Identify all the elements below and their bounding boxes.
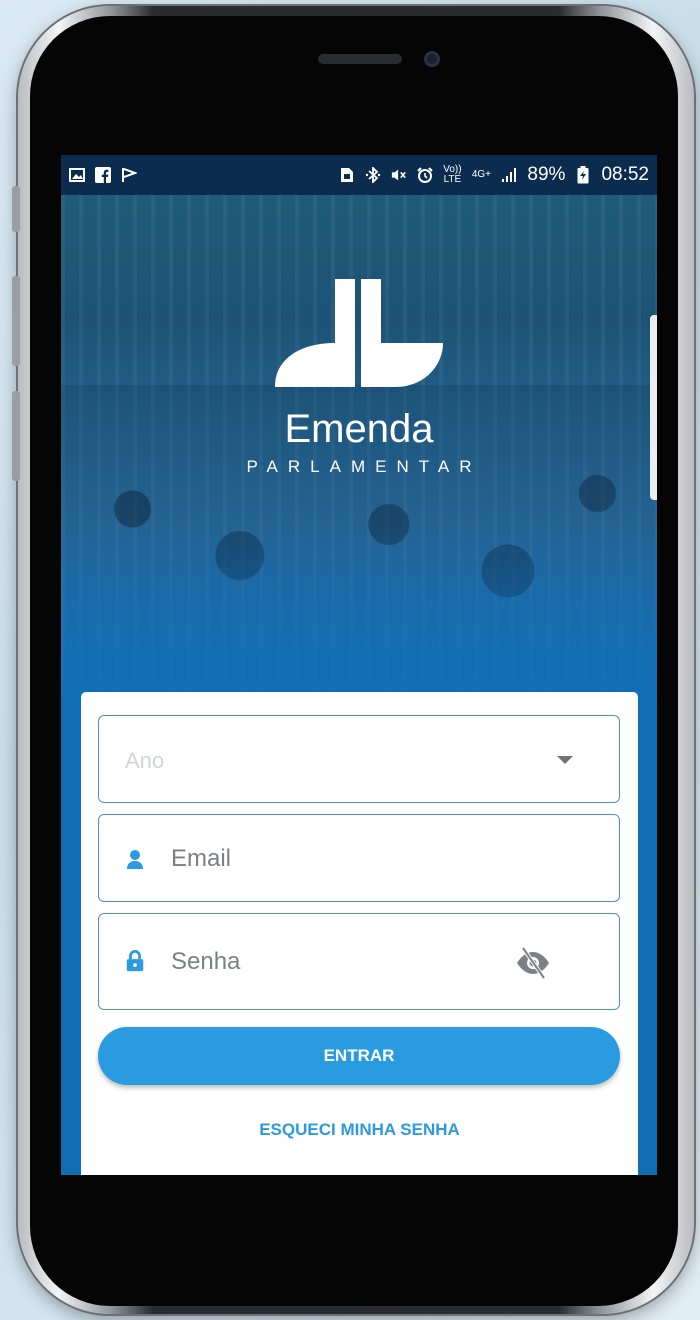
status-bar: Vo)) LTE 4G+ 89% 08:52 bbox=[61, 155, 657, 195]
image-icon bbox=[69, 167, 85, 183]
chevron-down-icon bbox=[557, 756, 573, 764]
volte-label-bottom: LTE bbox=[443, 174, 462, 185]
phone-speaker bbox=[318, 54, 402, 64]
app-name: Emenda bbox=[284, 407, 434, 451]
user-icon bbox=[127, 850, 143, 869]
network-label: 4G+ bbox=[471, 169, 492, 180]
mute-icon bbox=[391, 167, 407, 183]
facebook-icon bbox=[95, 167, 111, 183]
battery-icon bbox=[575, 166, 591, 184]
password-placeholder: Senha bbox=[171, 948, 241, 975]
lock-icon bbox=[126, 950, 144, 972]
4g-icon: 4G+ bbox=[471, 167, 491, 183]
edge-panel-handle[interactable] bbox=[650, 315, 657, 500]
phone-volume-down-button bbox=[12, 391, 20, 481]
entrar-button[interactable]: ENTRAR bbox=[98, 1027, 620, 1085]
flag-icon bbox=[121, 167, 137, 183]
phone-volume-up-button bbox=[12, 276, 20, 366]
app-logo-icon bbox=[275, 279, 443, 387]
status-time: 08:52 bbox=[601, 164, 649, 185]
alarm-icon bbox=[417, 167, 434, 183]
signal-icon bbox=[501, 167, 517, 183]
screen: Vo)) LTE 4G+ 89% 08:52 Emenda PARLAMENTA… bbox=[61, 155, 657, 1175]
login-card: Ano Email Senha ENTRAR ESQUECI MINHA SEN… bbox=[81, 692, 638, 1175]
ano-select[interactable]: Ano bbox=[98, 715, 620, 803]
hero-background: Emenda PARLAMENTAR bbox=[61, 195, 657, 735]
email-placeholder: Email bbox=[171, 845, 232, 872]
battery-percent: 89% bbox=[527, 164, 566, 185]
bluetooth-icon bbox=[365, 167, 381, 183]
visibility-off-icon[interactable] bbox=[515, 947, 551, 979]
email-field[interactable]: Email bbox=[98, 814, 620, 902]
status-bar-right: Vo)) LTE 4G+ 89% 08:52 bbox=[339, 164, 649, 186]
volte-icon: Vo)) LTE bbox=[443, 165, 462, 185]
password-field[interactable]: Senha bbox=[98, 913, 620, 1010]
status-bar-left bbox=[69, 167, 137, 183]
ano-placeholder: Ano bbox=[125, 748, 165, 773]
sim-icon bbox=[339, 167, 355, 183]
phone-side-button bbox=[12, 186, 20, 232]
phone-camera bbox=[424, 51, 440, 67]
forgot-password-link[interactable]: ESQUECI MINHA SENHA bbox=[81, 1120, 638, 1140]
app-subtitle: PARLAMENTAR bbox=[246, 457, 482, 476]
